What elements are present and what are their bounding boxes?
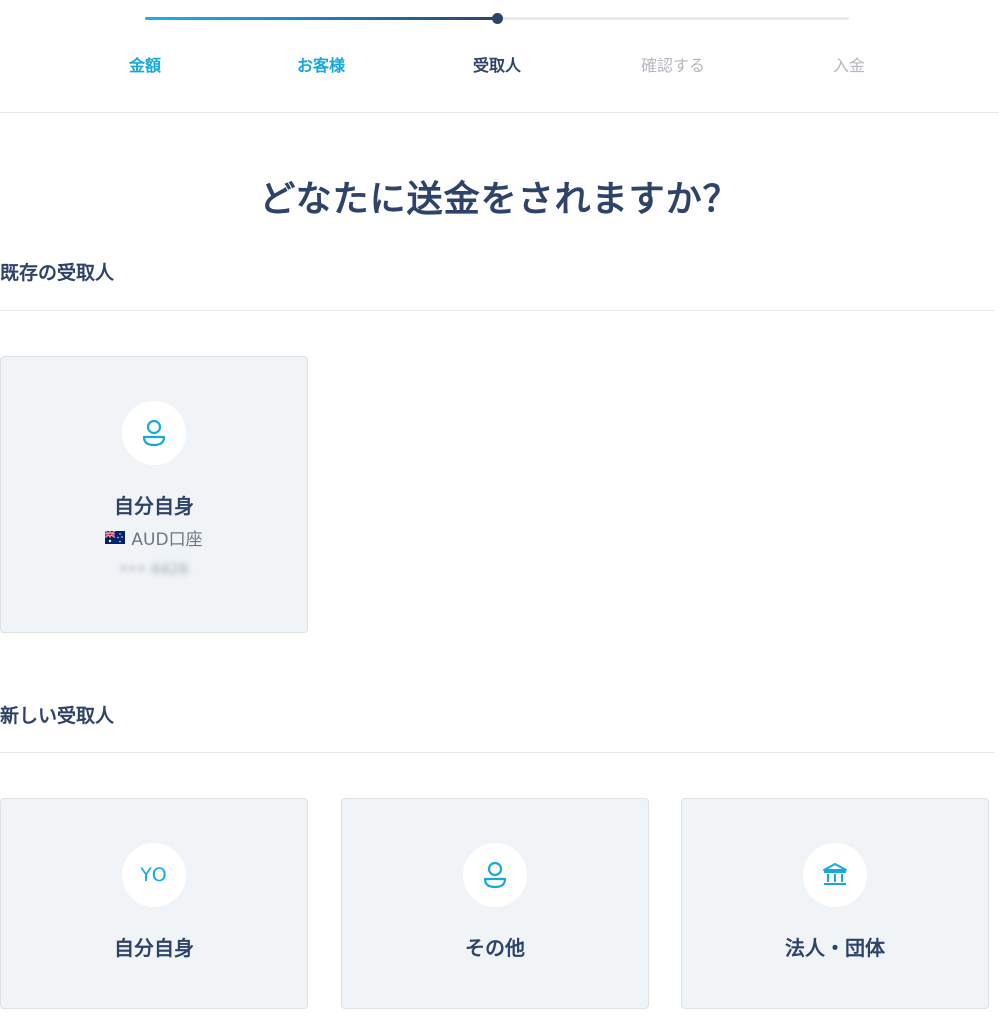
avatar: YO bbox=[122, 843, 186, 907]
progress-current-marker bbox=[492, 13, 503, 24]
new-recipient-self-card[interactable]: YO 自分自身 bbox=[0, 798, 308, 1009]
avatar bbox=[803, 843, 867, 907]
account-label: AUD口座 bbox=[131, 530, 203, 550]
step-recipient: 受取人 bbox=[472, 56, 521, 75]
existing-recipient-card[interactable]: 自分自身 AUD口座 ••• 4426 bbox=[0, 356, 308, 633]
person-icon bbox=[483, 861, 507, 889]
step-amount[interactable]: 金額 bbox=[75, 52, 215, 76]
progress-track bbox=[145, 13, 849, 24]
progress-fill bbox=[145, 17, 497, 20]
avatar-initials: YO bbox=[140, 864, 168, 886]
australia-flag-icon bbox=[105, 531, 126, 544]
card-label: 法人・団体 bbox=[785, 936, 885, 960]
new-recipient-business-card[interactable]: 法人・団体 bbox=[681, 798, 989, 1009]
card-label: 自分自身 bbox=[114, 936, 194, 960]
person-icon bbox=[142, 419, 166, 447]
avatar bbox=[122, 401, 186, 465]
new-section-divider bbox=[0, 752, 994, 753]
existing-recipients-heading: 既存の受取人 bbox=[0, 262, 115, 284]
page-title: どなたに送金をされますか？ bbox=[259, 179, 740, 220]
step-deposit: 入金 bbox=[832, 56, 865, 75]
new-recipient-heading: 新しい受取人 bbox=[0, 705, 115, 727]
recipient-name: 自分自身 bbox=[114, 494, 194, 518]
bank-icon bbox=[823, 863, 847, 885]
recipient-account: AUD口座 bbox=[1, 525, 307, 550]
existing-section-divider bbox=[0, 310, 994, 311]
step-confirm: 確認する bbox=[640, 56, 705, 75]
avatar bbox=[463, 843, 527, 907]
card-label: その他 bbox=[465, 936, 525, 960]
header-divider bbox=[0, 112, 999, 113]
new-recipient-other-card[interactable]: その他 bbox=[341, 798, 649, 1009]
masked-account-number: ••• 4426 bbox=[119, 560, 189, 578]
step-customer[interactable]: お客様 bbox=[251, 52, 391, 76]
